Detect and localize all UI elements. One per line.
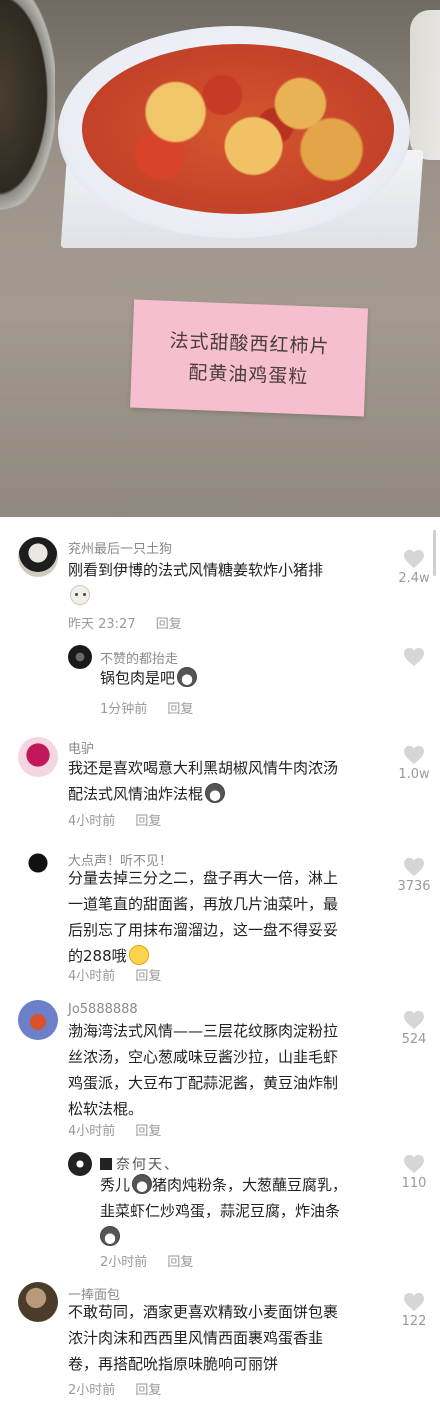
heart-icon [404, 1010, 424, 1030]
reply-button[interactable]: 回复 [156, 617, 182, 632]
reply-item: 奈何天、 秀儿 猪肉炖粉条，大葱蘸豆腐乳， 韭菜虾仁炒鸡蛋，蒜泥豆腐，炸油条 2小… [0, 1150, 440, 1270]
reply-button[interactable]: 回复 [167, 1255, 193, 1270]
comment-meta: 4小时前 回复 [68, 810, 161, 829]
smile-emoji-icon [128, 945, 149, 965]
reply-button[interactable]: 回复 [167, 702, 193, 717]
reply-time: 1分钟前 [100, 702, 148, 717]
comment-item: Jo5888888 渤海湾法式风情——三层花纹豚肉淀粉拉 丝浓汤，空心葱咸味豆酱… [0, 1000, 440, 1140]
reply-button[interactable]: 回复 [135, 1383, 161, 1398]
comment-time: 4小时前 [68, 1124, 116, 1139]
sign-line-2: 配黄油鸡蛋粒 [187, 361, 309, 389]
comment-text-line: 松软法棍。 [68, 1100, 144, 1118]
comment-text-line: 浓汁肉沫和西西里风情西面裹鸡蛋香韭 [68, 1329, 324, 1347]
comment-text-line: 一道笔直的甜面酱，再放几片油菜叶，最 [68, 895, 339, 913]
comment-time: 昨天 23:27 [68, 617, 136, 632]
comment-username[interactable]: Jo5888888 [68, 1002, 138, 1017]
like-button[interactable]: 3736 [394, 857, 434, 894]
heart-icon [404, 549, 424, 569]
like-count: 122 [401, 1314, 427, 1329]
dish-name-sign: 法式甜酸西红柿片 配黄油鸡蛋粒 [130, 299, 368, 417]
reply-text-line: 猪肉炖粉条，大葱蘸豆腐乳， [152, 1176, 348, 1194]
like-count: 110 [401, 1176, 427, 1191]
like-button[interactable] [394, 647, 434, 667]
comment-item: 一捧面包 不敢苟同，酒家更喜欢精致小麦面饼包裹 浓汁肉沫和西西里风情西面裹鸡蛋香… [0, 1282, 440, 1398]
reply-time: 2小时前 [100, 1255, 148, 1270]
avatar[interactable] [18, 737, 58, 777]
comment-time: 4小时前 [68, 814, 116, 829]
comment-text-line: 刚看到伊博的法式风情糖姜软炸小猪排 [68, 561, 324, 579]
avatar[interactable] [68, 1152, 92, 1176]
comment-text[interactable]: 不敢苟同，酒家更喜欢精致小麦面饼包裹 浓汁肉沫和西西里风情西面裹鸡蛋香韭 卷，再… [68, 1299, 338, 1377]
heart-icon [404, 647, 424, 667]
comment-time: 2小时前 [68, 1383, 116, 1398]
heart-icon [404, 1292, 424, 1312]
husky-emoji-icon [205, 783, 226, 803]
reply-username[interactable]: 奈何天、 [100, 1154, 180, 1174]
husky-emoji-icon [177, 667, 198, 687]
cat-emoji-icon [70, 585, 90, 605]
tomato-egg-dish [82, 44, 394, 214]
square-icon [100, 1158, 112, 1170]
side-dish-right [410, 10, 440, 160]
reply-item: 不赞的都抬走 锅包肉是吧 1分钟前 回复 [0, 645, 440, 717]
comment-text-line: 配法式风情油炸法棍 [68, 785, 204, 803]
like-count: 3736 [397, 879, 431, 894]
comment-text[interactable]: 分量去掉三分之二，盘子再大一倍，淋上 一道笔直的甜面酱，再放几片油菜叶，最 后别… [68, 865, 338, 969]
avatar[interactable] [18, 537, 58, 577]
comment-text[interactable]: 渤海湾法式风情——三层花纹豚肉淀粉拉 丝浓汤，空心葱咸味豆酱沙拉，山韭毛虾 鸡蛋… [68, 1018, 338, 1122]
reply-text-prefix: 秀儿 [100, 1176, 131, 1194]
avatar[interactable] [18, 1000, 58, 1040]
reply-meta: 1分钟前 回复 [100, 698, 193, 717]
reply-button[interactable]: 回复 [135, 814, 161, 829]
comment-text-line: 我还是喜欢喝意大利黑胡椒风情牛肉浓汤 [68, 759, 339, 777]
comment-text-line: 卷，再搭配吮指原味脆响可丽饼 [68, 1355, 279, 1373]
comment-username[interactable]: 兖州最后一只土狗 [68, 538, 172, 557]
reply-button[interactable]: 回复 [135, 969, 161, 984]
comment-text[interactable]: 我还是喜欢喝意大利黑胡椒风情牛肉浓汤 配法式风情油炸法棍 [68, 755, 338, 807]
like-button[interactable]: 2.4w [394, 549, 434, 586]
comment-item: 兖州最后一只土狗 刚看到伊博的法式风情糖姜软炸小猪排 昨天 23:27 回复 2… [0, 535, 440, 635]
like-count: 524 [401, 1032, 427, 1047]
heart-icon [404, 1154, 424, 1174]
avatar[interactable] [68, 645, 92, 669]
comment-text-line: 后别忘了用抹布溜溜边，这一盘不得妥妥 [68, 921, 339, 939]
reply-text[interactable]: 秀儿 猪肉炖粉条，大葱蘸豆腐乳， 韭菜虾仁炒鸡蛋，蒜泥豆腐，炸油条 [100, 1172, 347, 1250]
reply-text-line: 韭菜虾仁炒鸡蛋，蒜泥豆腐，炸油条 [100, 1202, 341, 1220]
avatar[interactable] [18, 849, 58, 889]
avatar[interactable] [18, 1282, 58, 1322]
like-button[interactable]: 524 [394, 1010, 434, 1047]
heart-icon [404, 745, 424, 765]
like-count: 1.0w [398, 767, 430, 782]
reply-text-line: 锅包肉是吧 [100, 669, 176, 687]
comment-item: 大点声！听不见！ 分量去掉三分之二，盘子再大一倍，淋上 一道笔直的甜面酱，再放几… [0, 847, 440, 987]
comment-meta: 4小时前 回复 [68, 965, 161, 984]
post-photo[interactable]: 法式甜酸西红柿片 配黄油鸡蛋粒 [0, 0, 440, 517]
reply-button[interactable]: 回复 [135, 1124, 161, 1139]
husky-emoji-icon [100, 1226, 120, 1246]
like-button[interactable]: 110 [394, 1154, 434, 1191]
sign-line-1: 法式甜酸西红柿片 [169, 329, 330, 359]
comment-text-line: 鸡蛋派，大豆布丁配蒜泥酱，黄豆油炸制 [68, 1074, 339, 1092]
comment-item: 电驴 我还是喜欢喝意大利黑胡椒风情牛肉浓汤 配法式风情油炸法棍 4小时前 回复 … [0, 735, 440, 830]
side-dish [0, 0, 55, 210]
like-button[interactable]: 1.0w [394, 745, 434, 782]
comment-meta: 昨天 23:27 回复 [68, 613, 182, 632]
comment-text-line: 丝浓汤，空心葱咸味豆酱沙拉，山韭毛虾 [68, 1048, 339, 1066]
like-button[interactable]: 122 [394, 1292, 434, 1329]
heart-icon [404, 857, 424, 877]
reply-meta: 2小时前 回复 [100, 1251, 193, 1270]
reply-text[interactable]: 锅包肉是吧 [100, 665, 198, 691]
comment-text-line: 不敢苟同，酒家更喜欢精致小麦面饼包裹 [68, 1303, 339, 1321]
comment-text-line: 的288哦 [68, 947, 127, 965]
like-count: 2.4w [398, 571, 430, 586]
comment-text-line: 渤海湾法式风情——三层花纹豚肉淀粉拉 [68, 1022, 339, 1040]
comment-text[interactable]: 刚看到伊博的法式风情糖姜软炸小猪排 [68, 557, 323, 609]
comment-meta: 2小时前 回复 [68, 1379, 161, 1398]
comment-meta: 4小时前 回复 [68, 1120, 161, 1139]
comment-time: 4小时前 [68, 969, 116, 984]
husky-emoji-icon [132, 1174, 153, 1194]
comment-text-line: 分量去掉三分之二，盘子再大一倍，淋上 [68, 869, 339, 887]
